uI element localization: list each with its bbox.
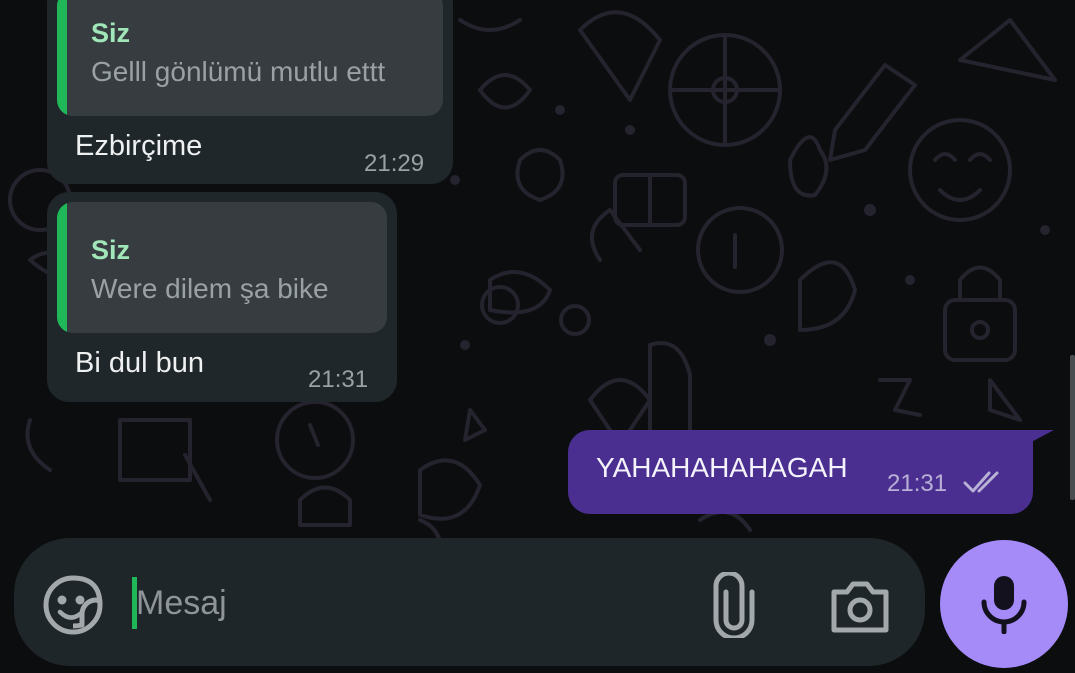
sticker-icon[interactable] [40, 572, 106, 638]
message-text: YAHAHAHAHAGAH [596, 452, 848, 483]
quote-author: Siz [91, 18, 131, 48]
message-input[interactable] [136, 574, 656, 632]
message-time: 21:29 [364, 150, 425, 177]
camera-icon[interactable] [828, 576, 892, 636]
quote-accent-bar [57, 0, 67, 116]
scrollbar-thumb[interactable] [1070, 355, 1075, 500]
microphone-icon [981, 576, 1027, 634]
quote-text: Were dilem şa bike [91, 273, 329, 304]
message-time: 21:31 [308, 366, 369, 393]
quote-text: Gelll gönlümü mutlu ettt [91, 56, 386, 87]
message-text: Bi dul bun [75, 347, 204, 379]
paperclip-icon[interactable] [706, 572, 762, 638]
quote-accent-bar [57, 202, 67, 333]
message-text: Ezbirçime [75, 130, 203, 162]
chat-screen: Siz Gelll gönlümü mutlu ettt Ezbirçime 2… [0, 0, 1075, 673]
reply-quote[interactable] [57, 202, 387, 333]
quote-author: Siz [91, 235, 131, 265]
double-check-icon [963, 471, 999, 493]
microphone-button[interactable] [940, 540, 1068, 668]
message-time: 21:31 [887, 470, 948, 497]
